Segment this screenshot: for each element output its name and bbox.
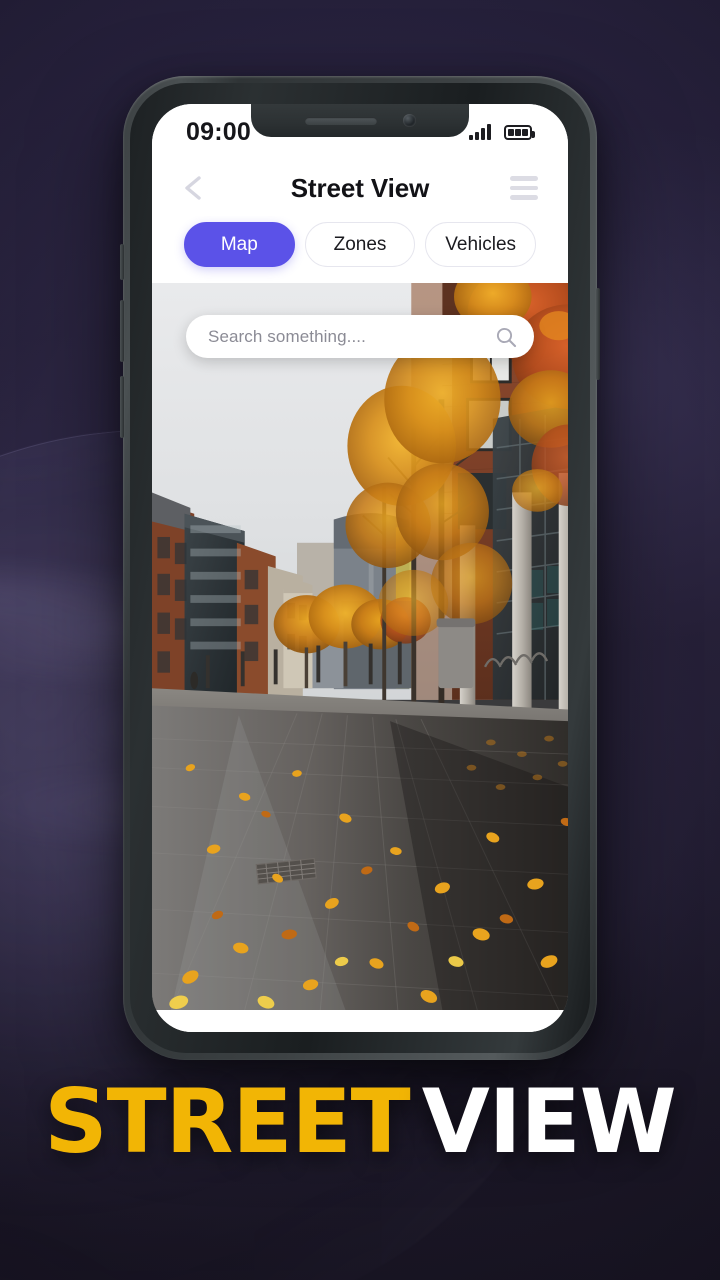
promo-headline: STREET VIEW — [0, 1078, 720, 1166]
screen-bottom-strip — [152, 1010, 568, 1032]
chevron-left-icon — [185, 176, 201, 200]
tab-vehicles[interactable]: Vehicles — [425, 222, 537, 267]
search-bar[interactable]: Search something.... — [186, 315, 534, 358]
phone-bezel: 09:00 Street View Map Zones Vehicles Sea… — [130, 83, 590, 1053]
signal-bars-icon — [469, 124, 491, 140]
phone-power-button — [596, 288, 600, 380]
tab-zones[interactable]: Zones — [304, 222, 416, 267]
map-view[interactable]: Search something.... — [152, 283, 568, 1010]
tab-map[interactable]: Map — [184, 222, 295, 267]
search-input[interactable]: Search something.... — [208, 327, 494, 347]
search-icon[interactable] — [494, 325, 518, 349]
phone-mute-switch — [120, 244, 124, 280]
phone-mockup: 09:00 Street View Map Zones Vehicles Sea… — [120, 76, 600, 1060]
hamburger-menu-icon[interactable] — [510, 176, 538, 200]
phone-screen: 09:00 Street View Map Zones Vehicles Sea… — [152, 104, 568, 1032]
street-scene-illustration — [152, 283, 568, 1010]
status-bar-indicators — [469, 124, 535, 140]
page-title: Street View — [290, 172, 430, 203]
back-button[interactable] — [178, 173, 208, 203]
status-bar-clock: 09:00 — [186, 117, 251, 146]
phone-volume-up-button — [120, 300, 124, 362]
front-camera-icon — [402, 114, 416, 127]
phone-volume-down-button — [120, 376, 124, 438]
app-bar: Street View — [152, 160, 568, 216]
battery-icon — [504, 124, 535, 140]
tab-bar: Map Zones Vehicles — [152, 216, 568, 283]
promo-stage: 09:00 Street View Map Zones Vehicles Sea… — [0, 0, 720, 1280]
headline-word-view: VIEW — [421, 1070, 677, 1173]
phone-notch — [251, 104, 469, 137]
headline-word-street: STREET — [44, 1070, 410, 1173]
street-photo — [152, 283, 568, 1010]
earpiece-speaker-icon — [304, 116, 377, 125]
